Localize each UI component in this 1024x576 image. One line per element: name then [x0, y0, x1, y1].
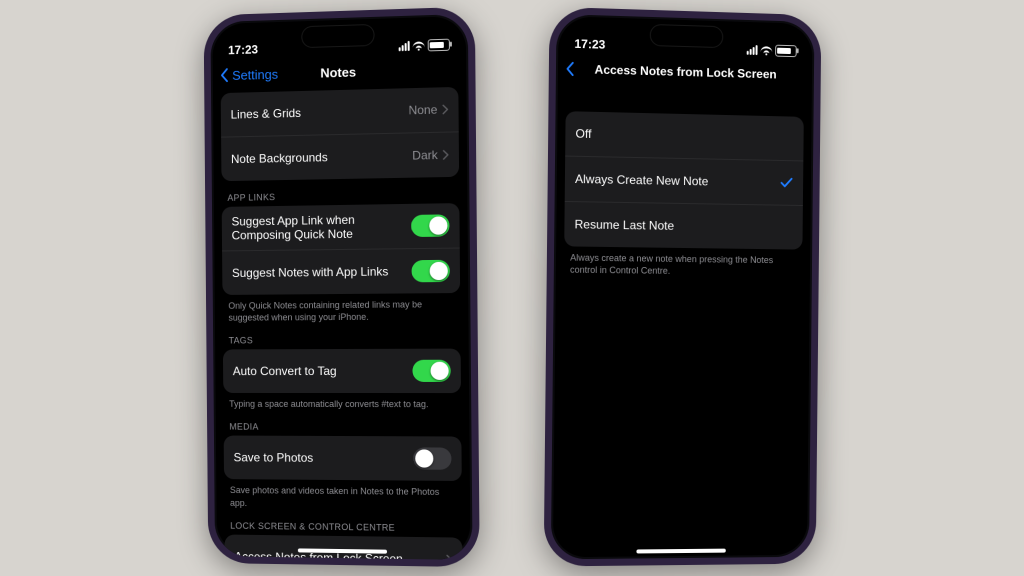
- row-access-notes-lock-screen[interactable]: Access Notes from Lock Screen: [224, 534, 462, 560]
- toggle-save-to-photos[interactable]: [413, 448, 451, 470]
- section-footer: Save photos and videos taken in Notes to…: [230, 484, 456, 510]
- nav-bar: Access Notes from Lock Screen: [556, 52, 814, 91]
- row-save-to-photos[interactable]: Save to Photos: [224, 436, 462, 481]
- toggle-suggest-quick-note[interactable]: [411, 214, 449, 237]
- status-time: 17:23: [574, 37, 605, 52]
- row-auto-convert-tag[interactable]: Auto Convert to Tag: [223, 349, 461, 393]
- back-button[interactable]: [564, 62, 578, 77]
- status-time: 17:23: [228, 43, 258, 58]
- row-note-backgrounds[interactable]: Note Backgrounds Dark: [221, 131, 459, 181]
- option-off[interactable]: Off: [565, 111, 804, 160]
- chevron-left-icon: [219, 68, 231, 82]
- row-lines-grids[interactable]: Lines & Grids None: [221, 87, 459, 137]
- section-header-app-links: APP LINKS: [227, 189, 453, 203]
- page-title: Access Notes from Lock Screen: [595, 63, 777, 82]
- option-always-create-new-note[interactable]: Always Create New Note: [565, 156, 804, 205]
- settings-list[interactable]: Lines & Grids None Note Backgrounds Dark…: [211, 85, 473, 560]
- toggle-suggest-notes-app-links[interactable]: [412, 260, 450, 283]
- dynamic-island: [651, 25, 723, 47]
- wifi-icon: [760, 46, 772, 55]
- battery-icon: [775, 45, 797, 58]
- row-suggest-quick-note[interactable]: Suggest App Link when Composing Quick No…: [222, 203, 460, 250]
- wifi-icon: [413, 41, 425, 50]
- dynamic-island: [302, 25, 373, 47]
- phone-left: 17:23 Settings Notes Lines & Grids None …: [204, 7, 480, 568]
- page-title: Notes: [320, 64, 356, 80]
- chevron-right-icon: [442, 150, 449, 160]
- phone-right: 17:23 Access Notes from Lock Screen Off …: [544, 7, 822, 567]
- section-footer: Typing a space automatically converts #t…: [229, 398, 455, 410]
- row-suggest-notes-app-links[interactable]: Suggest Notes with App Links: [222, 248, 460, 295]
- section-header-tags: TAGS: [229, 335, 455, 346]
- section-header-lock-screen: LOCK SCREEN & CONTROL CENTRE: [230, 520, 456, 533]
- checkmark-icon: [780, 177, 794, 189]
- back-button[interactable]: Settings: [219, 66, 279, 83]
- section-footer: Always create a new note when pressing t…: [570, 251, 797, 278]
- chevron-right-icon: [445, 554, 452, 560]
- back-label: Settings: [232, 66, 278, 82]
- settings-list[interactable]: Off Always Create New Note Resume Last N…: [551, 85, 814, 560]
- cellular-icon: [747, 45, 758, 55]
- section-footer: Only Quick Notes containing related link…: [228, 298, 454, 324]
- toggle-auto-convert-tag[interactable]: [412, 360, 450, 382]
- section-header-media: MEDIA: [229, 422, 455, 433]
- chevron-right-icon: [441, 104, 448, 114]
- nav-bar: Settings Notes: [211, 52, 469, 91]
- option-resume-last-note[interactable]: Resume Last Note: [564, 201, 803, 250]
- cellular-icon: [399, 41, 410, 51]
- chevron-left-icon: [564, 62, 576, 76]
- battery-icon: [428, 39, 450, 52]
